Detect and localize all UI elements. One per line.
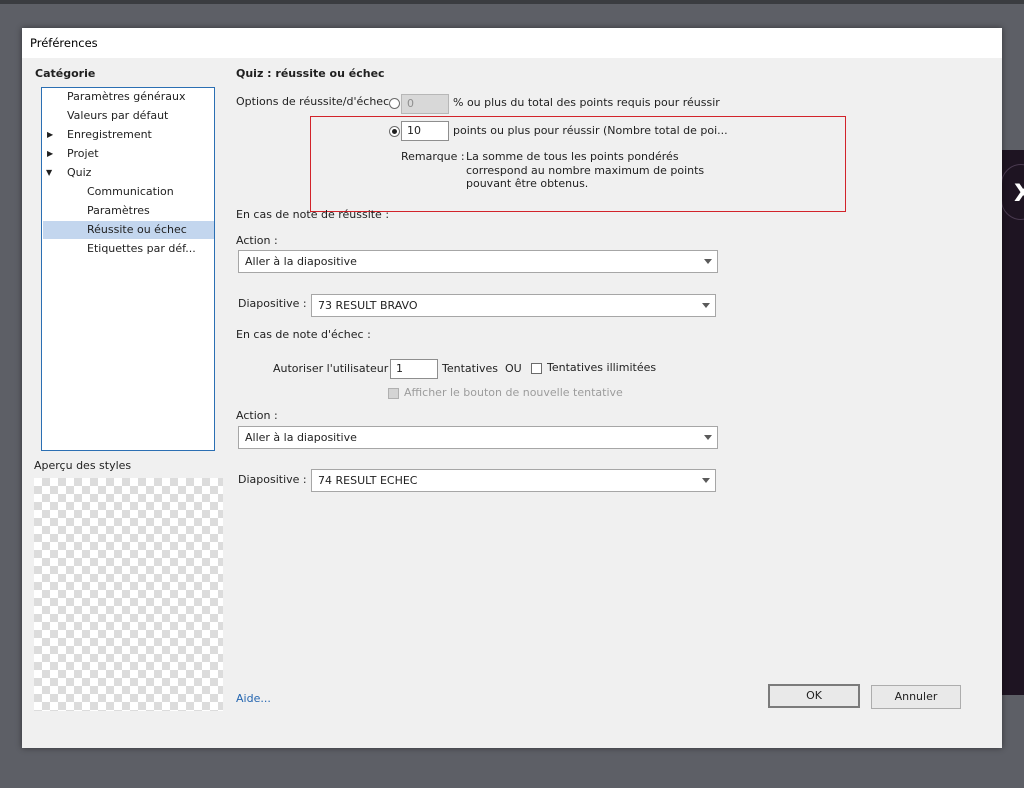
pass-action-value: Aller à la diapositive [245, 255, 357, 268]
points-radio[interactable] [389, 126, 400, 137]
category-item-recording[interactable]: Enregistrement [67, 126, 152, 144]
pass-section-label: En cas de note de réussite : [236, 208, 390, 221]
preferences-dialog: Préférences Catégorie Paramètres générau… [22, 28, 1002, 748]
chevron-down-icon [704, 259, 712, 264]
ok-button[interactable]: OK [768, 684, 860, 708]
remark-text: La somme de tous les points pondérés cor… [466, 150, 704, 191]
unlimited-checkbox[interactable] [531, 363, 542, 374]
background-app-panel [1002, 150, 1024, 695]
attempts-input[interactable]: 1 [390, 359, 438, 379]
category-tree[interactable]: Paramètres généraux Valeurs par défaut ▶… [41, 87, 215, 451]
fail-slide-select[interactable]: 74 RESULT ECHEC [311, 469, 716, 492]
options-label: Options de réussite/d'échec : [236, 95, 397, 108]
style-preview-label: Aperçu des styles [34, 459, 132, 472]
category-item-default-labels[interactable]: Etiquettes par déf... [87, 240, 196, 258]
fail-action-select[interactable]: Aller à la diapositive [238, 426, 718, 449]
expand-arrow-icon[interactable]: ▶ [47, 149, 53, 158]
remark-line: correspond au nombre maximum de points [466, 163, 705, 177]
points-text: points ou plus pour réussir (Nombre tota… [453, 124, 728, 137]
fail-slide-label: Diapositive : [238, 473, 307, 486]
remark-line: La somme de tous les points pondérés [466, 150, 679, 163]
pass-action-label: Action : [236, 234, 278, 247]
category-item-project[interactable]: Projet [67, 145, 99, 163]
unlimited-label: Tentatives illimitées [547, 361, 657, 374]
chevron-down-icon [704, 435, 712, 440]
percent-input[interactable]: 0 [401, 94, 449, 114]
collapse-arrow-icon[interactable]: ▼ [46, 168, 52, 177]
fail-action-value: Aller à la diapositive [245, 431, 357, 444]
retry-button-label: Afficher le bouton de nouvelle tentative [404, 386, 623, 399]
chevron-down-icon [702, 478, 710, 483]
remark-label: Remarque : [401, 150, 465, 163]
percent-radio[interactable] [389, 98, 400, 109]
retry-button-checkbox[interactable] [388, 388, 399, 399]
category-item-defaults[interactable]: Valeurs par défaut [67, 107, 168, 125]
category-item-quiz[interactable]: Quiz [67, 164, 91, 182]
pass-slide-label: Diapositive : [238, 297, 307, 310]
category-item-settings[interactable]: Paramètres [87, 202, 150, 220]
expand-arrow-icon[interactable]: ▶ [47, 130, 53, 139]
help-link[interactable]: Aide... [236, 692, 271, 705]
category-item-general[interactable]: Paramètres généraux [67, 88, 185, 106]
category-item-label: Réussite ou échec [87, 223, 187, 236]
percent-text: % ou plus du total des points requis pou… [453, 96, 720, 109]
pass-slide-value: 73 RESULT BRAVO [318, 299, 418, 312]
panel-title: Quiz : réussite ou échec [236, 67, 385, 80]
window-top-strip [0, 0, 1024, 4]
pass-action-select[interactable]: Aller à la diapositive [238, 250, 718, 273]
category-item-pass-fail[interactable]: Réussite ou échec [43, 221, 214, 239]
cancel-button[interactable]: Annuler [871, 685, 961, 709]
pass-slide-select[interactable]: 73 RESULT BRAVO [311, 294, 716, 317]
attempts-label: Tentatives [442, 362, 499, 375]
fail-section-label: En cas de note d'échec : [236, 328, 371, 341]
style-preview-area [34, 478, 223, 711]
points-input[interactable]: 10 [401, 121, 449, 141]
background-close-icon: X [1001, 164, 1024, 220]
category-heading: Catégorie [35, 67, 96, 80]
fail-slide-value: 74 RESULT ECHEC [318, 474, 418, 487]
title-bar: Préférences [22, 28, 1002, 58]
category-item-reporting[interactable]: Communication [87, 183, 174, 201]
or-label: OU [505, 362, 522, 375]
fail-action-label: Action : [236, 409, 278, 422]
allow-user-label: Autoriser l'utilisateur : [273, 362, 396, 375]
chevron-down-icon [702, 303, 710, 308]
remark-line: pouvant être obtenus. [466, 177, 589, 190]
window-title: Préférences [30, 36, 98, 50]
